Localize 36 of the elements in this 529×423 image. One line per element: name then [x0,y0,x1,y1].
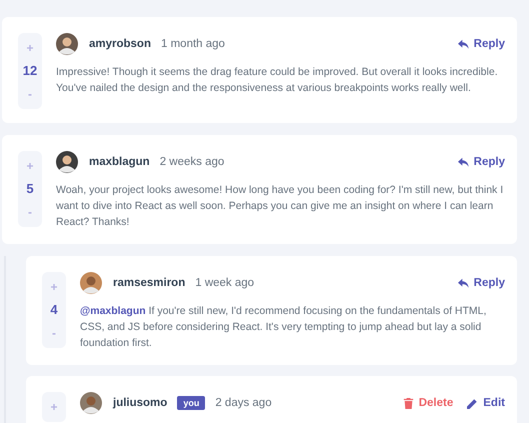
avatar-icon [80,272,102,294]
edit-button[interactable]: Edit [467,397,505,409]
timestamp: 1 week ago [195,277,254,289]
you-badge: you [177,396,206,410]
avatar-icon [56,33,78,55]
timestamp: 2 days ago [215,397,272,409]
reply-arrow-icon [458,38,469,50]
timestamp: 2 weeks ago [160,156,224,168]
downvote-button[interactable]: - [28,205,32,219]
score: 4 [50,302,58,318]
reply-button[interactable]: Reply [458,156,505,168]
username: ramsesmiron [113,277,186,289]
reply-button[interactable]: Reply [458,277,505,289]
timestamp: 1 month ago [161,38,225,50]
downvote-button[interactable]: - [52,326,56,340]
avatar-icon [80,392,102,414]
score: 12 [22,63,38,79]
upvote-button[interactable]: + [26,41,34,55]
username: maxblagun [89,156,150,168]
comment-text: @maxblagun If you're still new, I'd recommend focusing on the fundamentals of HTML, CSS, and JS before considering React. It's very tempting to jump ahead but lay a solid foundation first. [80,304,488,351]
downvote-button[interactable]: - [28,87,32,101]
avatar-icon [56,151,78,173]
username: amyrobson [89,38,151,50]
reply-arrow-icon [458,156,469,168]
pencil-icon [467,398,478,408]
reply-button[interactable]: Reply [458,38,505,50]
trash-icon [402,398,414,408]
reply-arrow-icon [458,278,469,288]
username: juliusomo [113,397,168,409]
upvote-button[interactable]: + [50,400,58,414]
upvote-button[interactable]: + [50,280,58,294]
score: 5 [26,181,34,197]
delete-button[interactable]: Delete [402,397,454,409]
comment-text: Impressive! Though it seems the drag feature could be improved. But overall it looks incredible. You've nailed the design and the responsiveness at various breakpoints works really well. [56,65,499,96]
upvote-button[interactable]: + [26,159,34,173]
comment-text: Woah, your project looks awesome! How long have you been coding for? I'm still new, but think I want to dive into React as well soon. Perhaps you can give me an insight on where I can learn React? Thanks! [56,183,504,230]
